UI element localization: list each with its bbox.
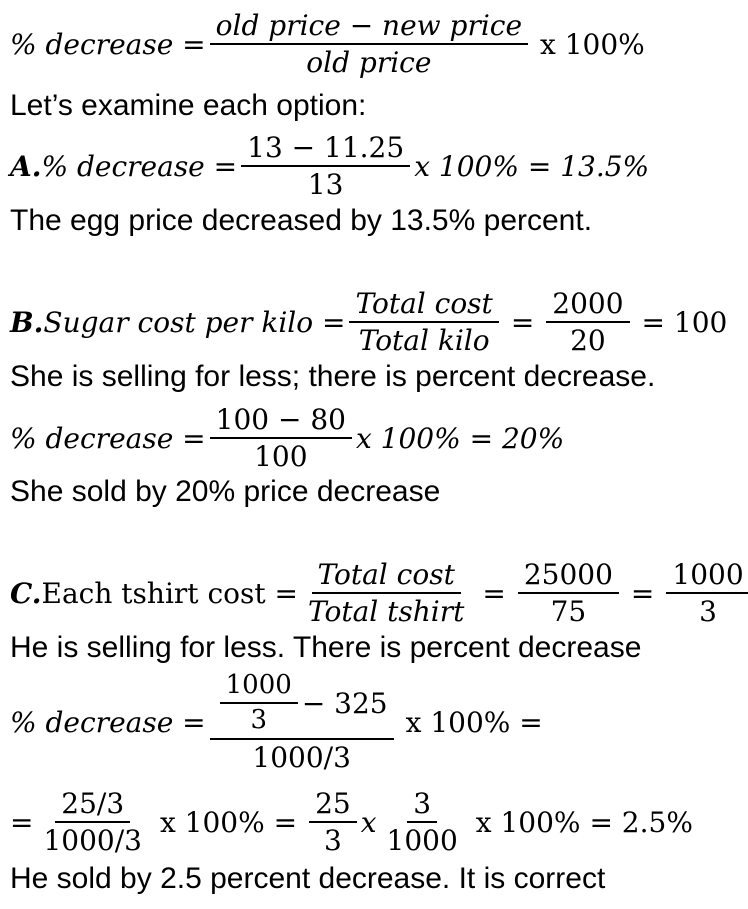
- option-b-equation: B. Sugar cost per kilo = Total cost Tota…: [10, 288, 735, 357]
- option-b-equals-1: =: [510, 305, 535, 339]
- option-c-step-frac2-den: 3: [324, 824, 342, 857]
- option-c-step-frac3-den: 1000: [386, 824, 458, 857]
- option-a-fraction: 13 − 11.25 13: [241, 132, 411, 201]
- option-c-calc-numerator: 1000 3 − 325: [209, 671, 394, 740]
- option-b-calc-num: 100 − 80: [209, 404, 352, 439]
- option-c-step-frac3-num: 3: [407, 788, 438, 823]
- option-c-frac2-den: 75: [550, 595, 587, 628]
- option-c-equals-1: =: [482, 576, 506, 610]
- option-c-calc-den: 1000/3: [252, 740, 351, 774]
- option-c-frac1-num: Total cost: [311, 559, 461, 594]
- option-a-numerator: 13 − 11.25: [241, 132, 411, 167]
- option-b-frac2-den: 20: [570, 324, 606, 357]
- option-c-frac3-den: 3: [699, 595, 717, 628]
- option-b-calc-tail: x 100% = 20%: [355, 421, 565, 455]
- formula-percent-decrease: % decrease = old price − new price old p…: [10, 10, 653, 79]
- intro-text: Let’s examine each option:: [10, 89, 367, 122]
- option-b-note: She is selling for less; there is percen…: [10, 360, 656, 393]
- option-a-conclusion: The egg price decreased by 13.5% percent…: [10, 204, 593, 237]
- solution-page: % decrease = old price − new price old p…: [0, 0, 748, 909]
- formula-fraction: old price − new price old price: [209, 10, 529, 79]
- option-b-frac1-den: Total kilo: [358, 324, 490, 357]
- option-c-fraction-2: 25000 75: [517, 559, 619, 628]
- option-c-step-times: x: [360, 805, 377, 839]
- option-b-calc-lhs: % decrease =: [10, 421, 206, 455]
- option-c-step-tail: x 100% = 2.5%: [475, 805, 693, 839]
- option-c-step-fraction-2: 25 3: [309, 788, 357, 857]
- option-a-denominator: 13: [307, 168, 344, 201]
- option-c-step-frac2-num: 25: [309, 788, 357, 823]
- option-c-frac1-den: Total tshirt: [307, 595, 465, 628]
- option-c-step-lead: =: [10, 805, 34, 839]
- option-b-conclusion: She sold by 20% price decrease: [10, 475, 441, 508]
- formula-lhs: % decrease =: [10, 27, 206, 61]
- option-c-lhs: Each tshirt cost =: [41, 576, 298, 610]
- option-c-calc-inner-den: 3: [250, 705, 267, 736]
- option-c-calc-inner-fraction: 1000 3: [219, 671, 298, 736]
- option-b-lhs: Sugar cost per kilo =: [43, 305, 346, 339]
- option-c-steps: = 25/3 1000/3 x 100% = 25 3 x 3 1000 x 1…: [10, 788, 701, 857]
- option-c-step-fraction-1: 25/3 1000/3: [37, 788, 148, 857]
- option-c-step-frac1-num: 25/3: [55, 788, 131, 823]
- option-a-equation: A. % decrease = 13 − 11.25 13 x 100% = 1…: [10, 132, 650, 201]
- option-b-calc: % decrease = 100 − 80 100 x 100% = 20%: [10, 404, 565, 473]
- option-c-step-frac1-den: 1000/3: [43, 824, 142, 857]
- formula-numerator: old price − new price: [209, 10, 529, 45]
- option-c-calc-num-rest: − 325: [301, 686, 388, 720]
- option-b-fraction-1: Total cost Total kilo: [349, 288, 499, 357]
- option-c-calc-inner-num: 1000: [219, 671, 298, 705]
- formula-tail: x 100%: [540, 27, 645, 61]
- option-a-label: A.: [10, 149, 42, 183]
- option-c-fraction-3: 1000 3: [666, 559, 748, 628]
- formula-denominator: old price: [306, 46, 432, 79]
- option-c-equals-2: =: [630, 576, 655, 610]
- option-c-frac2-num: 25000: [517, 559, 619, 594]
- option-c-equation: C. Each tshirt cost = Total cost Total t…: [10, 559, 748, 628]
- option-c-calc: % decrease = 1000 3 − 325 1000/3 x 100% …: [10, 671, 551, 774]
- option-c-step-fraction-3: 3 1000: [381, 788, 464, 857]
- option-c-step-mid: x 100% =: [159, 805, 298, 839]
- option-b-fraction-2: 2000 20: [546, 288, 630, 357]
- option-c-conclusion: He sold by 2.5 percent decrease. It is c…: [10, 862, 606, 895]
- option-c-calc-tail: x 100% =: [405, 705, 543, 739]
- option-a-lhs: % decrease =: [41, 149, 238, 183]
- option-b-tail: = 100: [641, 305, 728, 339]
- option-b-label: B.: [10, 305, 44, 339]
- option-c-note: He is selling for less. There is percent…: [10, 631, 642, 664]
- option-b-frac2-num: 2000: [546, 288, 630, 323]
- option-b-frac1-num: Total cost: [349, 288, 499, 323]
- option-c-fraction-1: Total cost Total tshirt: [302, 559, 470, 628]
- option-c-calc-lhs: % decrease =: [10, 705, 206, 739]
- option-c-label: C.: [10, 576, 42, 610]
- option-b-calc-fraction: 100 − 80 100: [209, 404, 352, 473]
- option-b-calc-den: 100: [254, 440, 308, 473]
- option-a-tail: x 100% = 13.5%: [414, 149, 650, 183]
- option-c-calc-fraction: 1000 3 − 325 1000/3: [209, 671, 394, 774]
- option-c-frac3-num: 1000: [666, 559, 748, 594]
